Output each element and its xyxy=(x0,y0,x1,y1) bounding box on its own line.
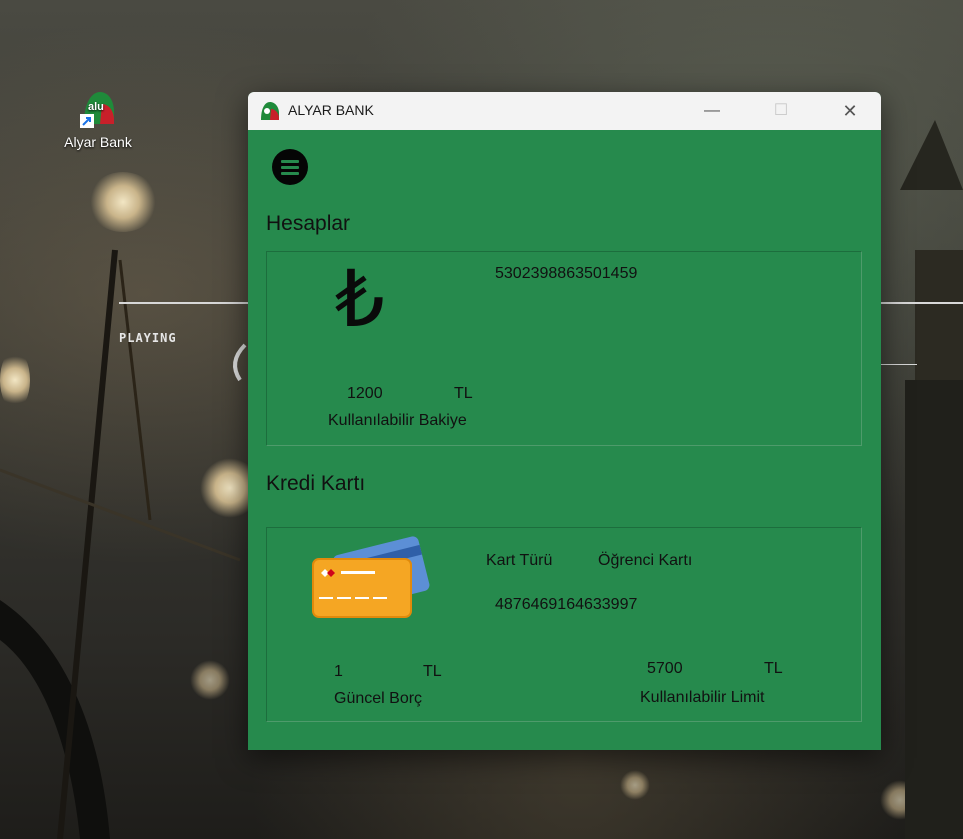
desktop-background: PLAYING alu Alyar Bank ALYAR BANK — ☐ ✕ xyxy=(0,0,963,839)
background-lamp-decoration xyxy=(190,660,230,700)
card-limit-currency: TL xyxy=(764,660,783,677)
account-number: 5302398863501459 xyxy=(495,265,638,282)
account-balance-value: 1200 xyxy=(347,385,383,402)
desktop-shortcut-alyar-bank[interactable]: alu Alyar Bank xyxy=(58,90,138,150)
close-button[interactable]: ✕ xyxy=(827,92,873,130)
turkish-lira-icon: ₺ xyxy=(335,255,385,345)
window-title: ALYAR BANK xyxy=(288,102,374,118)
icon-badge-text: alu xyxy=(88,101,104,113)
minimize-button[interactable]: — xyxy=(689,92,735,130)
account-balance-label: Kullanılabilir Bakiye xyxy=(328,412,467,429)
desktop-shortcut-label: Alyar Bank xyxy=(64,134,132,150)
menu-icon-bar xyxy=(281,160,299,163)
app-logo-icon xyxy=(261,102,279,120)
account-card[interactable]: ₺ 5302398863501459 1200 TL Kullanılabili… xyxy=(266,251,862,446)
credit-card-section-title: Kredi Kartı xyxy=(266,472,366,495)
card-debt-value: 1 xyxy=(334,663,343,680)
card-limit-label: Kullanılabilir Limit xyxy=(640,689,765,706)
background-lamp-decoration xyxy=(880,780,920,820)
credit-card-icon xyxy=(312,536,430,618)
background-lamp-decoration xyxy=(0,350,30,410)
credit-card-panel[interactable]: Kart Türü Öğrenci Kartı 4876469164633997… xyxy=(266,527,862,722)
menu-icon-bar xyxy=(281,166,299,169)
card-type-value: Öğrenci Kartı xyxy=(598,552,693,569)
window-titlebar[interactable]: ALYAR BANK — ☐ ✕ xyxy=(248,92,881,130)
playing-text: PLAYING xyxy=(119,331,177,345)
background-lamp-decoration xyxy=(88,172,158,232)
card-limit-value: 5700 xyxy=(647,660,683,677)
alyar-bank-window: ALYAR BANK — ☐ ✕ Hesaplar ₺ 530239886350… xyxy=(248,92,881,750)
card-debt-label: Güncel Borç xyxy=(334,690,423,707)
card-number: 4876469164633997 xyxy=(495,596,638,613)
card-type-label: Kart Türü xyxy=(486,552,553,569)
menu-icon-bar xyxy=(281,172,299,175)
hamburger-menu-button[interactable] xyxy=(272,149,308,185)
background-line xyxy=(881,364,917,365)
background-line xyxy=(119,302,248,304)
alyar-bank-app-icon: alu xyxy=(78,90,118,130)
maximize-button[interactable]: ☐ xyxy=(758,92,804,130)
accounts-section-title: Hesaplar xyxy=(266,212,351,235)
background-lamp-decoration xyxy=(620,770,650,800)
background-line xyxy=(881,302,963,304)
account-balance-currency: TL xyxy=(454,385,473,402)
card-debt-currency: TL xyxy=(423,663,442,680)
